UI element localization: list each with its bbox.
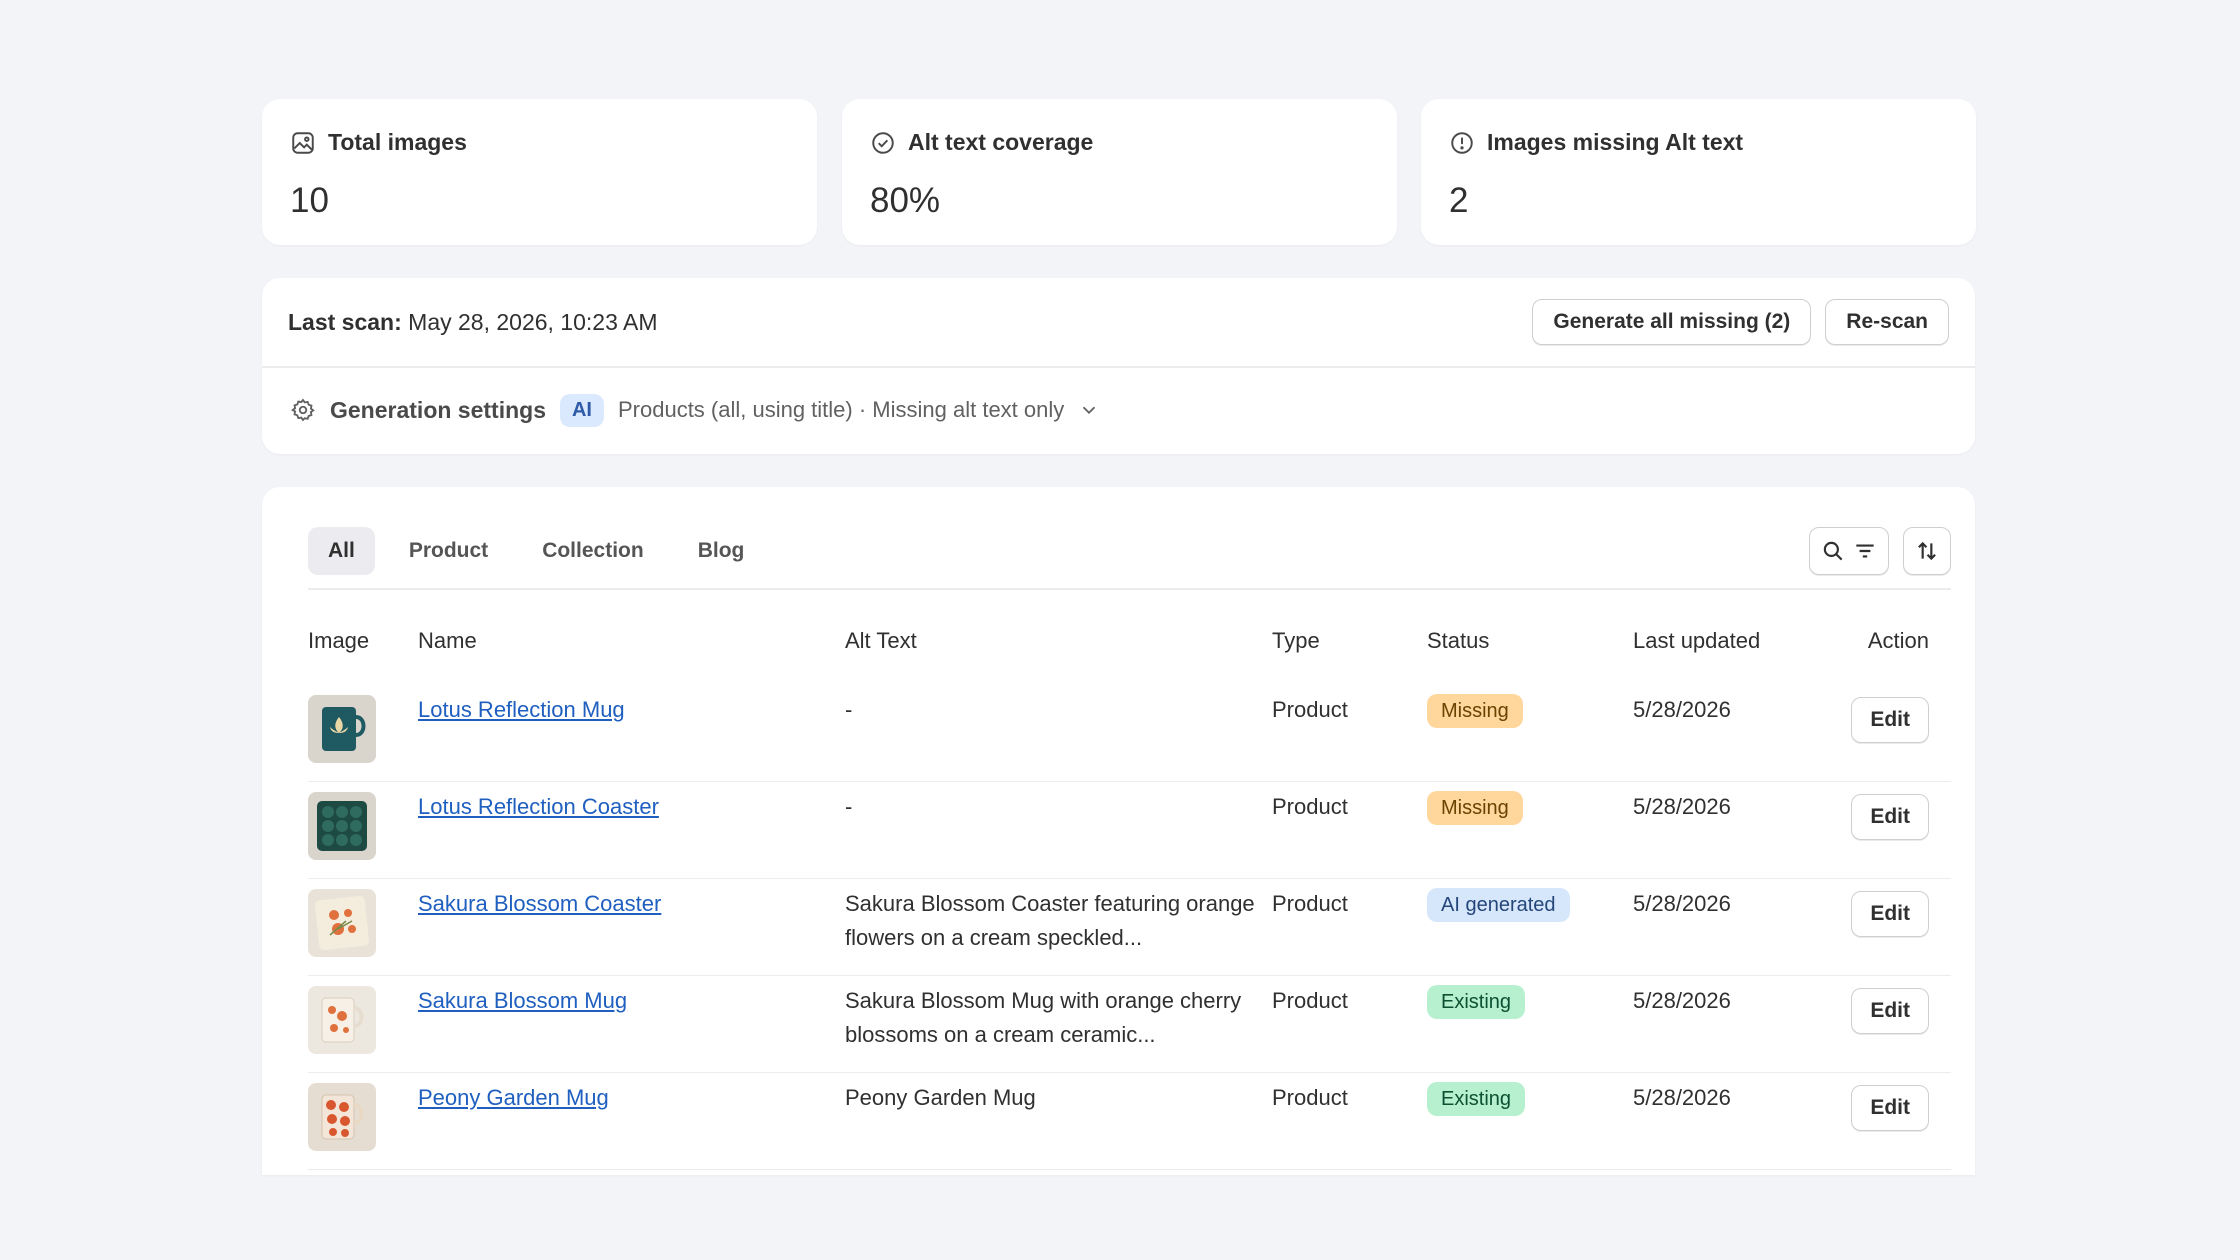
alt-text-value: - xyxy=(845,697,853,722)
last-scan-date: May 28, 2026, 10:23 AM xyxy=(408,308,658,335)
column-header-type: Type xyxy=(1272,628,1320,653)
filter-icon xyxy=(1856,544,1874,558)
table-row: Sakura Blossom Mug Sakura Blossom Mug wi… xyxy=(308,976,1951,1073)
column-header-last-updated: Last updated xyxy=(1633,628,1761,653)
type-value: Product xyxy=(1272,697,1348,722)
product-name-link[interactable]: Sakura Blossom Mug xyxy=(418,988,627,1013)
stat-label: Alt text coverage xyxy=(908,129,1094,155)
product-name-link[interactable]: Sakura Blossom Coaster xyxy=(418,891,661,916)
product-name-link[interactable]: Peony Garden Mug xyxy=(418,1085,609,1110)
edit-button[interactable]: Edit xyxy=(1851,697,1929,743)
stat-value: 80% xyxy=(870,181,941,220)
alt-text-value: Sakura Blossom Coaster featuring orange … xyxy=(845,891,1255,950)
product-name-link[interactable]: Lotus Reflection Coaster xyxy=(418,794,659,819)
last-updated-value: 5/28/2026 xyxy=(1633,988,1731,1013)
column-header-name: Name xyxy=(418,628,477,653)
search-filter-button[interactable] xyxy=(1809,527,1889,575)
alt-text-value: Peony Garden Mug xyxy=(845,1085,1036,1110)
tab-product[interactable]: Product xyxy=(389,527,508,575)
stat-label: Images missing Alt text xyxy=(1487,129,1744,155)
edit-button[interactable]: Edit xyxy=(1851,1085,1929,1131)
last-updated-value: 5/28/2026 xyxy=(1633,891,1731,916)
type-value: Product xyxy=(1272,891,1348,916)
sort-icon xyxy=(1918,541,1936,561)
image-icon xyxy=(292,131,314,154)
product-name-link[interactable]: Lotus Reflection Mug xyxy=(418,697,625,722)
chevron-down-icon xyxy=(1083,406,1096,415)
column-header-alt-text: Alt Text xyxy=(845,628,917,653)
images-table-card: All Product Collection Blog Image Name A… xyxy=(262,487,1975,1175)
table-row: Lotus Reflection Mug - Product Missing 5… xyxy=(308,685,1951,782)
last-scan: Last scan: May 28, 2026, 10:23 AM xyxy=(288,309,657,336)
status-badge: Existing xyxy=(1427,985,1526,1019)
table-row: Peony Garden Mug Peony Garden Mug Produc… xyxy=(308,1073,1951,1170)
product-thumbnail xyxy=(308,695,376,763)
stat-card-missing-alt: Images missing Alt text 2 xyxy=(1421,99,1976,245)
generation-settings-summary: Products (all, using title) · Missing al… xyxy=(617,397,1065,422)
last-scan-label: Last scan: xyxy=(288,308,402,335)
stat-card-total-images: Total images 10 xyxy=(262,99,817,245)
status-badge: Missing xyxy=(1427,791,1523,825)
column-header-image: Image xyxy=(308,628,370,653)
last-updated-value: 5/28/2026 xyxy=(1633,697,1731,722)
tab-collection[interactable]: Collection xyxy=(522,527,664,575)
rescan-button[interactable]: Re-scan xyxy=(1825,299,1949,345)
table-row: Lotus Reflection Coaster - Product Missi… xyxy=(308,782,1951,879)
edit-button[interactable]: Edit xyxy=(1851,891,1929,937)
divider xyxy=(308,588,1951,590)
generation-settings-toggle[interactable]: Generation settings AI Products (all, us… xyxy=(290,366,1100,454)
column-header-status: Status xyxy=(1427,628,1490,653)
status-badge: AI generated xyxy=(1427,888,1570,922)
sort-button[interactable] xyxy=(1903,527,1951,575)
check-circle-icon xyxy=(872,131,894,154)
table-body: Lotus Reflection Mug - Product Missing 5… xyxy=(308,685,1951,1170)
type-value: Product xyxy=(1272,988,1348,1013)
gear-icon xyxy=(291,398,315,422)
column-header-action: Action xyxy=(1867,628,1929,653)
product-thumbnail xyxy=(308,792,376,860)
type-value: Product xyxy=(1272,794,1348,819)
search-icon xyxy=(1823,541,1843,561)
product-thumbnail xyxy=(308,1083,376,1151)
table-row: Sakura Blossom Coaster Sakura Blossom Co… xyxy=(308,879,1951,976)
ai-badge: AI xyxy=(559,393,604,427)
stat-value: 2 xyxy=(1449,181,1469,220)
stat-card-alt-coverage: Alt text coverage 80% xyxy=(842,99,1397,245)
alt-text-value: Sakura Blossom Mug with orange cherry bl… xyxy=(845,988,1242,1047)
last-updated-value: 5/28/2026 xyxy=(1633,794,1731,819)
stat-label: Total images xyxy=(328,129,467,155)
table-header: Image Name Alt Text Type Status Last upd… xyxy=(308,628,1929,668)
product-thumbnail xyxy=(308,986,376,1054)
alt-text-value: - xyxy=(845,794,853,819)
stat-value: 10 xyxy=(290,181,329,220)
tab-blog[interactable]: Blog xyxy=(678,527,765,575)
edit-button[interactable]: Edit xyxy=(1851,988,1929,1034)
type-value: Product xyxy=(1272,1085,1348,1110)
filter-tabs: All Product Collection Blog xyxy=(308,527,764,575)
edit-button[interactable]: Edit xyxy=(1851,794,1929,840)
last-updated-value: 5/28/2026 xyxy=(1633,1085,1731,1110)
tab-all[interactable]: All xyxy=(308,527,375,575)
status-badge: Missing xyxy=(1427,694,1523,728)
generate-all-missing-button[interactable]: Generate all missing (2) xyxy=(1532,299,1812,345)
status-badge: Existing xyxy=(1427,1082,1526,1116)
product-thumbnail xyxy=(308,889,376,957)
generation-settings-label: Generation settings xyxy=(330,396,546,423)
alert-circle-icon xyxy=(1451,131,1473,154)
scan-card: Last scan: May 28, 2026, 10:23 AM Genera… xyxy=(262,278,1975,454)
